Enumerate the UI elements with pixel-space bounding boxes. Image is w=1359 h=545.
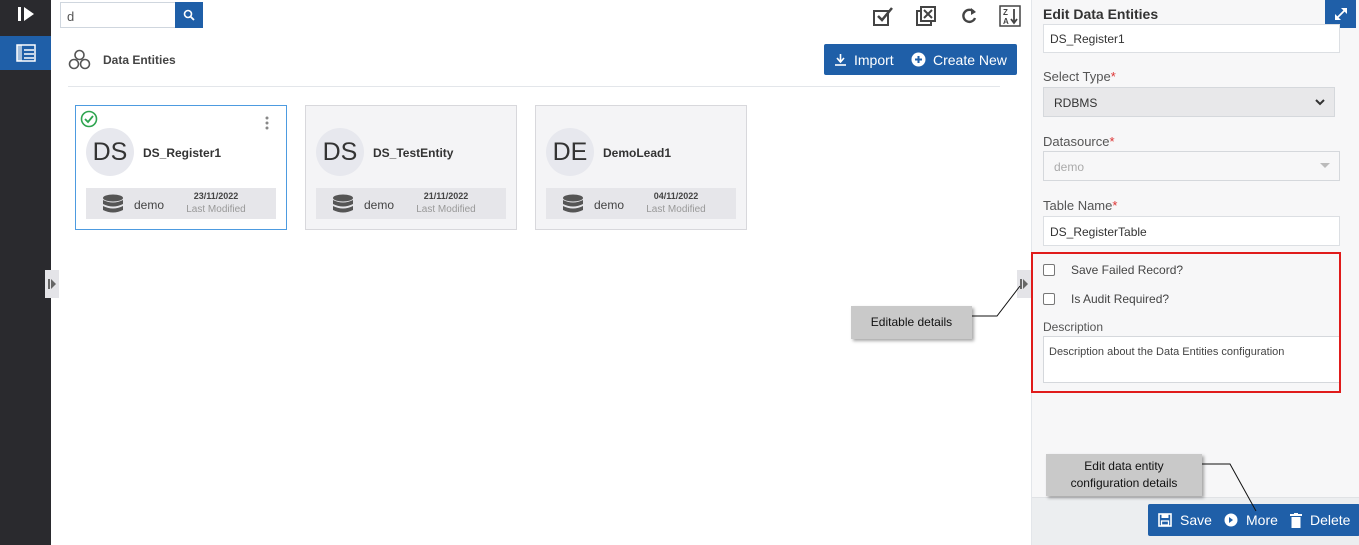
select-type-dropdown[interactable]: RDBMS [1043,87,1335,117]
entity-card[interactable]: DS DS_Register1 demo 23/11/2022 Last Mod… [75,105,287,230]
database-icon [563,194,583,213]
entity-avatar: DS [316,128,364,176]
import-button-label: Import [854,51,894,68]
save-button[interactable]: Save [1148,504,1222,536]
table-name-label: Table Name* [1043,198,1118,213]
chevron-down-icon [1315,99,1325,106]
app-logo[interactable] [0,0,51,28]
entity-datasource: demo [134,198,165,212]
check-circle-icon [80,110,98,128]
svg-text:Z: Z [1003,8,1008,17]
database-icon [103,194,123,213]
entity-card[interactable]: DE DemoLead1 demo 04/11/2022 Last Modifi… [535,105,747,230]
entities-nav-icon [15,44,36,62]
plus-circle-icon [911,52,926,67]
chevron-down-icon [1320,163,1330,168]
collapse-arrow-icon [48,279,56,289]
panel-title: Edit Data Entities [1043,6,1159,22]
header-divider [68,86,1000,87]
entity-name-field[interactable]: DS_Register1 [1043,24,1340,53]
deselect-all-button[interactable] [914,4,938,28]
left-collapse-toggle[interactable] [45,270,59,298]
sort-za-icon: ZA [999,5,1021,27]
entity-avatar: DS [86,128,134,176]
more-button[interactable]: More [1214,504,1288,536]
entity-card[interactable]: DS DS_TestEntity demo 21/11/2022 Last Mo… [305,105,517,230]
breadcrumb: Data Entities [68,48,176,72]
collapse-arrow-icon [1020,279,1028,289]
download-icon [835,54,846,66]
callout-editable-details: Editable details [851,306,972,339]
datasource-label: Datasource* [1043,134,1115,149]
left-nav-rail [0,0,51,545]
search-button[interactable] [175,2,203,28]
expand-icon [1334,8,1347,20]
callout-edit-config-line2: configuration details [1070,476,1178,490]
select-type-value: RDBMS [1054,96,1098,110]
entity-name: DS_TestEntity [373,146,454,160]
uncheck-all-icon [916,6,936,26]
entity-datasource: demo [364,198,395,212]
entity-modified-date: 04/11/2022 [653,191,699,201]
entity-modified-date: 23/11/2022 [193,191,239,201]
import-button[interactable]: Import [824,44,904,75]
refresh-icon [962,8,977,24]
save-button-label: Save [1180,512,1212,528]
delete-button[interactable]: Delete [1280,504,1359,536]
entity-modified-date: 21/11/2022 [423,191,469,201]
datasource-value: demo [1054,160,1085,174]
entity-modified-label: Last Modified [416,204,476,215]
database-icon [333,194,353,213]
check-all-icon [873,7,893,26]
page-title: Data Entities [103,53,176,67]
app-root: d ZA Data Entities Import Create New DS … [0,0,1359,545]
entity-modified-label: Last Modified [186,204,246,215]
save-icon [1158,513,1172,527]
create-new-button[interactable]: Create New [901,44,1017,75]
create-new-button-label: Create New [933,51,1007,68]
entities-cluster-icon [68,49,91,70]
entity-name: DemoLead1 [603,146,672,160]
entity-modified-label: Last Modified [646,204,706,215]
select-all-button[interactable] [871,4,895,28]
select-type-label: Select Type* [1043,69,1116,84]
delete-icon [1290,512,1302,528]
refresh-button[interactable] [957,4,981,28]
play-logo-icon [17,7,34,21]
entity-card-footer: demo 23/11/2022 Last Modified [86,188,276,219]
entity-card-footer: demo 21/11/2022 Last Modified [316,188,506,219]
right-collapse-toggle[interactable] [1017,270,1031,298]
callout-edit-config-line1: Edit data entity [1084,459,1164,473]
more-button-label: More [1246,512,1278,528]
entity-datasource: demo [594,198,625,212]
entity-name: DS_Register1 [143,146,222,160]
datasource-dropdown[interactable]: demo [1043,151,1340,181]
entity-avatar: DE [546,128,594,176]
nav-data-entities[interactable] [0,36,51,70]
entity-card-footer: demo 04/11/2022 Last Modified [546,188,736,219]
callout-edit-config: Edit data entity configuration details [1046,454,1202,496]
delete-button-label: Delete [1310,512,1351,528]
editable-details-highlight [1031,252,1341,393]
sort-button[interactable]: ZA [998,4,1022,28]
search-input[interactable]: d [60,2,176,28]
arrow-circle-icon [1224,513,1238,527]
kebab-icon[interactable] [264,116,270,130]
search-icon [183,9,195,21]
svg-text:A: A [1003,17,1009,26]
table-name-field[interactable]: DS_RegisterTable [1043,216,1340,246]
